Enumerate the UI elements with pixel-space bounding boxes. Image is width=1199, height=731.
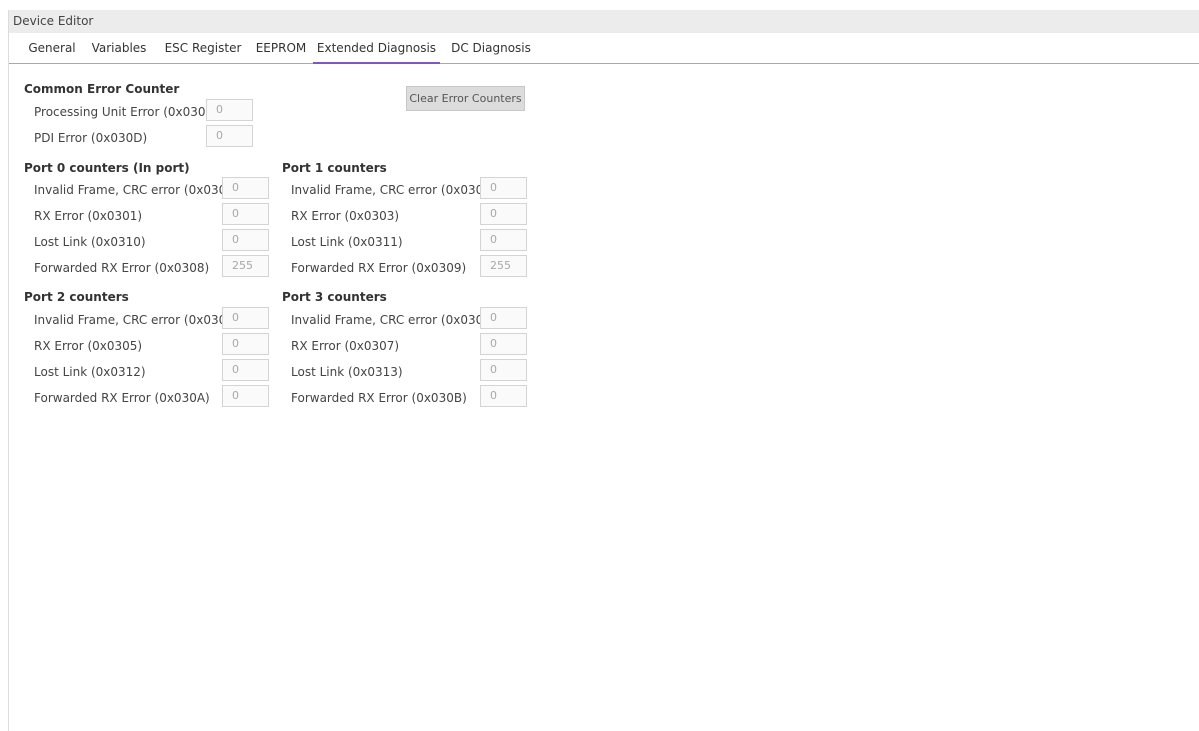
port-1-crc-label: Invalid Frame, CRC error (0x0302): [291, 183, 496, 197]
port-0-crc-field[interactable]: 0: [222, 177, 269, 199]
port-3-rx-error-label: RX Error (0x0307): [291, 339, 400, 353]
port-2-title: Port 2 counters: [24, 290, 129, 304]
port-1-forwarded-rx-field[interactable]: 255: [480, 255, 527, 277]
port-1-lost-link-label: Lost Link (0x0311): [291, 235, 403, 249]
clear-error-counters-button[interactable]: Clear Error Counters: [406, 86, 525, 111]
pdi-error-field[interactable]: 0: [206, 125, 253, 147]
port-2-lost-link-field[interactable]: 0: [222, 359, 269, 381]
tab-eeprom[interactable]: EEPROM: [253, 33, 309, 63]
port-2-lost-link-label: Lost Link (0x0312): [34, 365, 146, 379]
port-1-crc-field[interactable]: 0: [480, 177, 527, 199]
port-2-crc-label: Invalid Frame, CRC error (0x0304): [34, 313, 239, 327]
port-1-rx-error-field[interactable]: 0: [480, 203, 527, 225]
port-2-crc-field[interactable]: 0: [222, 307, 269, 329]
port-1-lost-link-field[interactable]: 0: [480, 229, 527, 251]
port-3-title: Port 3 counters: [282, 290, 387, 304]
port-0-forwarded-rx-field[interactable]: 255: [222, 255, 269, 277]
tab-variables[interactable]: Variables: [89, 33, 149, 63]
port-0-title: Port 0 counters (In port): [24, 161, 190, 175]
processing-unit-error-field[interactable]: 0: [206, 99, 253, 121]
port-1-title: Port 1 counters: [282, 161, 387, 175]
top-strip: [0, 0, 1199, 10]
port-3-lost-link-label: Lost Link (0x0313): [291, 365, 403, 379]
port-3-crc-field[interactable]: 0: [480, 307, 527, 329]
tab-esc-register[interactable]: ESC Register: [159, 33, 247, 63]
port-1-rx-error-label: RX Error (0x0303): [291, 209, 400, 223]
tab-dc-diagnosis[interactable]: DC Diagnosis: [446, 33, 536, 63]
port-0-crc-label: Invalid Frame, CRC error (0x0300): [34, 183, 239, 197]
port-0-forwarded-rx-label: Forwarded RX Error (0x0308): [34, 261, 210, 275]
port-0-rx-error-field[interactable]: 0: [222, 203, 269, 225]
panel-title: Device Editor: [9, 10, 1199, 33]
pdi-error-label: PDI Error (0x030D): [34, 131, 148, 145]
processing-unit-error-label: Processing Unit Error (0x030C): [34, 105, 219, 119]
port-2-rx-error-label: RX Error (0x0305): [34, 339, 143, 353]
port-1-forwarded-rx-label: Forwarded RX Error (0x0309): [291, 261, 467, 275]
port-3-rx-error-field[interactable]: 0: [480, 333, 527, 355]
tab-bar: General Variables ESC Register EEPROM Ex…: [9, 33, 1199, 64]
port-0-lost-link-label: Lost Link (0x0310): [34, 235, 146, 249]
port-2-forwarded-rx-field[interactable]: 0: [222, 385, 269, 407]
common-error-counter-title: Common Error Counter: [24, 82, 180, 96]
tab-general[interactable]: General: [26, 33, 78, 63]
port-3-forwarded-rx-field[interactable]: 0: [480, 385, 527, 407]
port-3-lost-link-field[interactable]: 0: [480, 359, 527, 381]
device-editor-panel: Device Editor General Variables ESC Regi…: [8, 10, 1199, 731]
port-0-rx-error-label: RX Error (0x0301): [34, 209, 143, 223]
port-0-lost-link-field[interactable]: 0: [222, 229, 269, 251]
port-3-forwarded-rx-label: Forwarded RX Error (0x030B): [291, 391, 467, 405]
tab-extended-diagnosis[interactable]: Extended Diagnosis: [313, 33, 440, 64]
port-2-rx-error-field[interactable]: 0: [222, 333, 269, 355]
port-2-forwarded-rx-label: Forwarded RX Error (0x030A): [34, 391, 210, 405]
port-3-crc-label: Invalid Frame, CRC error (0x0306): [291, 313, 496, 327]
